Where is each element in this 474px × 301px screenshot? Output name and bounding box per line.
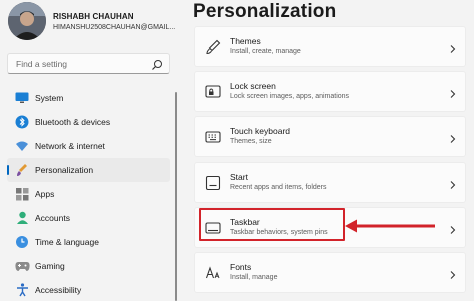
sidebar-item-time-language[interactable]: Time & language — [7, 230, 170, 254]
sidebar-item-label: Accounts — [35, 213, 70, 223]
user-name: RISHABH CHAUHAN — [53, 12, 134, 21]
settings-card-lock-screen[interactable]: Lock screen Lock screen images, apps, an… — [194, 71, 466, 112]
user-email: HIMANSHU2508CHAUHAN@GMAIL... — [53, 24, 176, 31]
sidebar-item-label: Network & internet — [35, 141, 105, 151]
nav-list: System Bluetooth & devices Network & int… — [7, 86, 170, 301]
card-title: Touch keyboard — [230, 126, 291, 136]
lock-screen-icon — [205, 84, 221, 100]
keyboard-icon — [205, 129, 221, 145]
taskbar-highlight-box — [199, 208, 345, 241]
sidebar-item-accounts[interactable]: Accounts — [7, 206, 170, 230]
settings-card-fonts[interactable]: Fonts Install, manage — [194, 252, 466, 293]
sidebar-item-label: System — [35, 93, 64, 103]
settings-card-themes[interactable]: Themes Install, create, manage — [194, 26, 466, 67]
settings-card-touch-keyboard[interactable]: Touch keyboard Themes, size — [194, 116, 466, 157]
sidebar-item-network[interactable]: Network & internet — [7, 134, 170, 158]
chevron-right-icon — [449, 41, 457, 59]
sidebar-item-accessibility[interactable]: Accessibility — [7, 278, 170, 301]
navigation-pane: RISHABH CHAUHAN HIMANSHU2508CHAUHAN@GMAI… — [0, 0, 182, 301]
card-subtitle: Lock screen images, apps, animations — [230, 93, 350, 100]
sidebar-item-label: Gaming — [35, 261, 65, 271]
sidebar-item-label: Bluetooth & devices — [35, 117, 111, 127]
person-icon — [14, 210, 30, 226]
chevron-right-icon — [449, 177, 457, 195]
chevron-right-icon — [449, 222, 457, 240]
avatar[interactable] — [8, 2, 46, 40]
card-subtitle: Themes, size — [230, 138, 272, 145]
search-input[interactable]: Find a setting — [7, 53, 170, 74]
globe-clock-icon — [14, 234, 30, 250]
card-title: Themes — [230, 36, 261, 46]
bluetooth-icon — [14, 114, 30, 130]
annotation-arrow-icon — [344, 218, 436, 239]
card-title: Fonts — [230, 262, 252, 272]
start-icon — [205, 175, 221, 191]
sidebar-item-apps[interactable]: Apps — [7, 182, 170, 206]
card-subtitle: Install, manage — [230, 274, 278, 281]
monitor-icon — [14, 90, 30, 106]
nav-scrollbar[interactable] — [175, 92, 177, 301]
chevron-right-icon — [449, 86, 457, 104]
sidebar-item-label: Apps — [35, 189, 55, 199]
sidebar-item-label: Personalization — [35, 165, 94, 175]
settings-card-start[interactable]: Start Recent apps and items, folders — [194, 162, 466, 203]
sidebar-item-system[interactable]: System — [7, 86, 170, 110]
accessibility-icon — [14, 282, 30, 298]
card-subtitle: Install, create, manage — [230, 48, 301, 55]
chevron-right-icon — [449, 131, 457, 149]
brush-icon — [14, 162, 30, 178]
wifi-icon — [14, 138, 30, 154]
card-title: Lock screen — [230, 81, 276, 91]
sidebar-item-gaming[interactable]: Gaming — [7, 254, 170, 278]
search-icon[interactable] — [151, 58, 163, 76]
page-title: Personalization — [193, 1, 337, 22]
brush-icon — [205, 39, 221, 55]
card-title: Start — [230, 172, 248, 182]
gamepad-icon — [14, 258, 30, 274]
chevron-right-icon — [449, 267, 457, 285]
sidebar-item-personalization[interactable]: Personalization — [7, 158, 170, 182]
active-indicator — [7, 165, 9, 175]
sidebar-item-label: Accessibility — [35, 285, 82, 295]
card-subtitle: Recent apps and items, folders — [230, 184, 327, 191]
sidebar-item-bluetooth[interactable]: Bluetooth & devices — [7, 110, 170, 134]
sidebar-item-label: Time & language — [35, 237, 99, 247]
search-placeholder: Find a setting — [16, 59, 68, 69]
fonts-icon — [205, 265, 221, 281]
apps-icon — [14, 186, 30, 202]
